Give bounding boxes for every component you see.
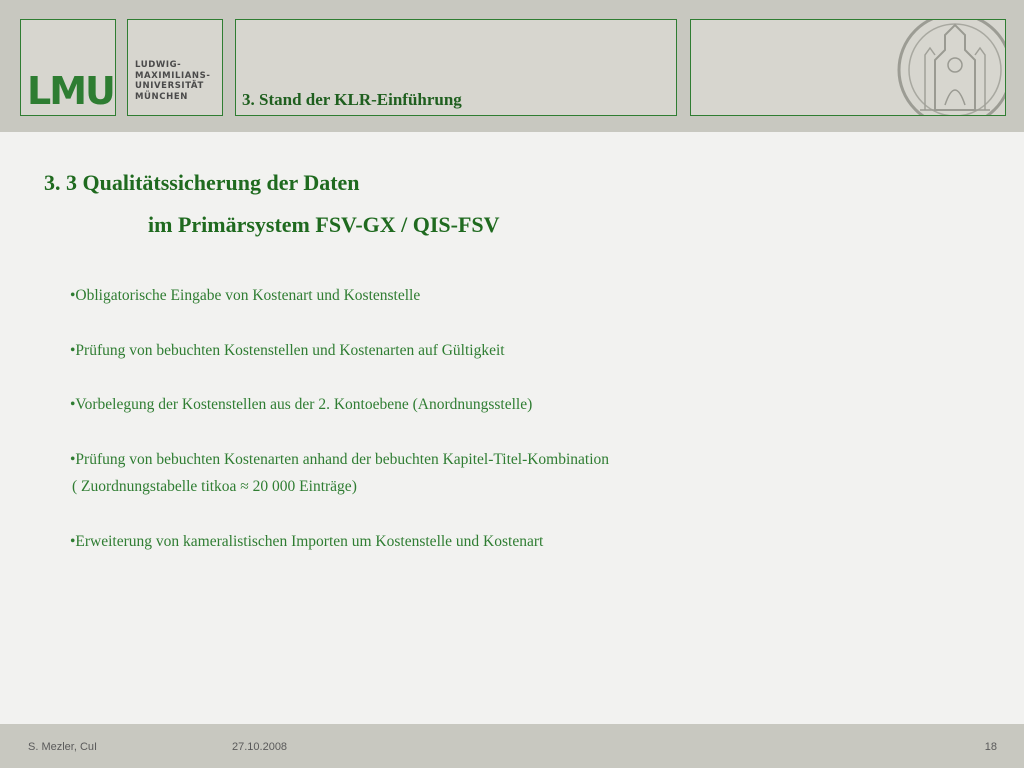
page-number: 18 [984,741,997,753]
lmu-logo: LMU [27,69,116,113]
bullet-item: •Prüfung von bebuchten Kostenarten anhan… [70,451,610,468]
university-seal-icon [897,20,1005,115]
slide-footer: S. Mezler, CuI 27.10.2008 18 [0,724,1024,768]
bullet-item: •Erweiterung von kameralistischen Import… [70,533,544,550]
bullet-item: •Prüfung von bebuchten Kostenstellen und… [70,342,505,359]
section-title-box: 3. Stand der KLR-Einführung [235,19,677,116]
slide-title: 3. 3 Qualitätssicherung der Daten [44,170,360,195]
seal-box [690,19,1006,116]
university-name: LUDWIG- MAXIMILIANS- UNIVERSITÄT MÜNCHEN [135,60,211,102]
section-title: 3. Stand der KLR-Einführung [242,90,462,109]
slide-header: LMU LUDWIG- MAXIMILIANS- UNIVERSITÄT MÜN… [0,0,1024,132]
bullet-continuation: ( Zuordnungstabelle titkoa ≈ 20 000 Eint… [72,478,357,495]
footer-author: S. Mezler, CuI [28,741,98,753]
lmu-logo-box: LMU [20,19,116,116]
university-name-line: LUDWIG- [135,60,182,70]
footer-date: 27.10.2008 [232,741,288,753]
slide-subtitle: im Primärsystem FSV-GX / QIS-FSV [148,212,500,237]
bullet-item: •Vorbelegung der Kostenstellen aus der 2… [70,396,533,413]
university-name-line: MÜNCHEN [135,91,188,102]
university-name-box: LUDWIG- MAXIMILIANS- UNIVERSITÄT MÜNCHEN [127,19,223,116]
university-name-line: MAXIMILIANS- [135,70,211,81]
university-name-line: UNIVERSITÄT [135,81,204,91]
bullet-item: •Obligatorische Eingabe von Kostenart un… [70,287,421,304]
